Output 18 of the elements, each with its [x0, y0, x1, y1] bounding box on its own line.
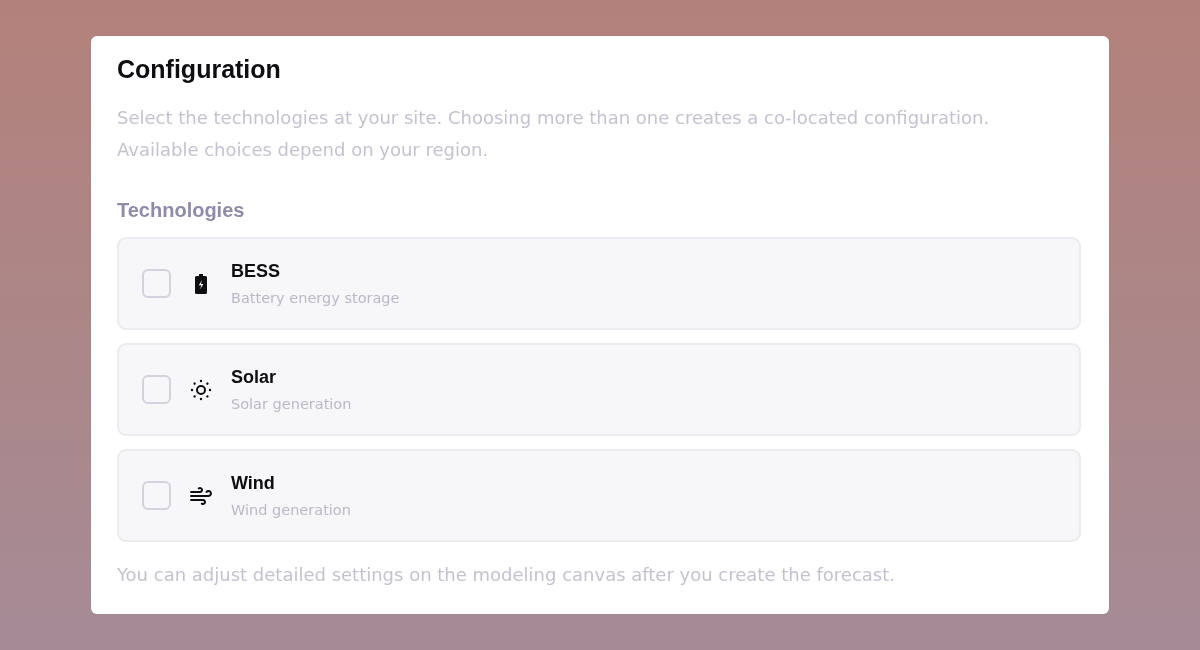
footnote-text: You can adjust detailed settings on the modeling canvas after you create the forecast.	[117, 563, 895, 587]
option-sublabel: Solar generation	[231, 394, 352, 414]
option-sublabel: Wind generation	[231, 500, 351, 520]
checkbox[interactable]	[142, 481, 171, 510]
option-label: BESS	[231, 259, 281, 283]
sun-icon	[189, 377, 213, 402]
option-label: Solar	[231, 365, 277, 389]
card-description: Select the technologies at your site. Choosing more than one creates a co-located configuration. Available choices depend on your region.	[117, 106, 991, 162]
option-sublabel: Battery energy storage	[231, 288, 400, 308]
battery-charging-icon	[195, 273, 207, 294]
technology-option[interactable]: Solar Solar generation	[117, 343, 1081, 436]
option-label: Wind	[231, 471, 275, 495]
section-label: Technologies	[117, 198, 245, 223]
technology-option[interactable]: Wind Wind generation	[117, 449, 1081, 542]
checkbox[interactable]	[142, 269, 171, 298]
checkbox[interactable]	[142, 375, 171, 404]
card-title: Configuration	[117, 54, 281, 84]
technology-option[interactable]: BESS Battery energy storage	[117, 237, 1081, 330]
